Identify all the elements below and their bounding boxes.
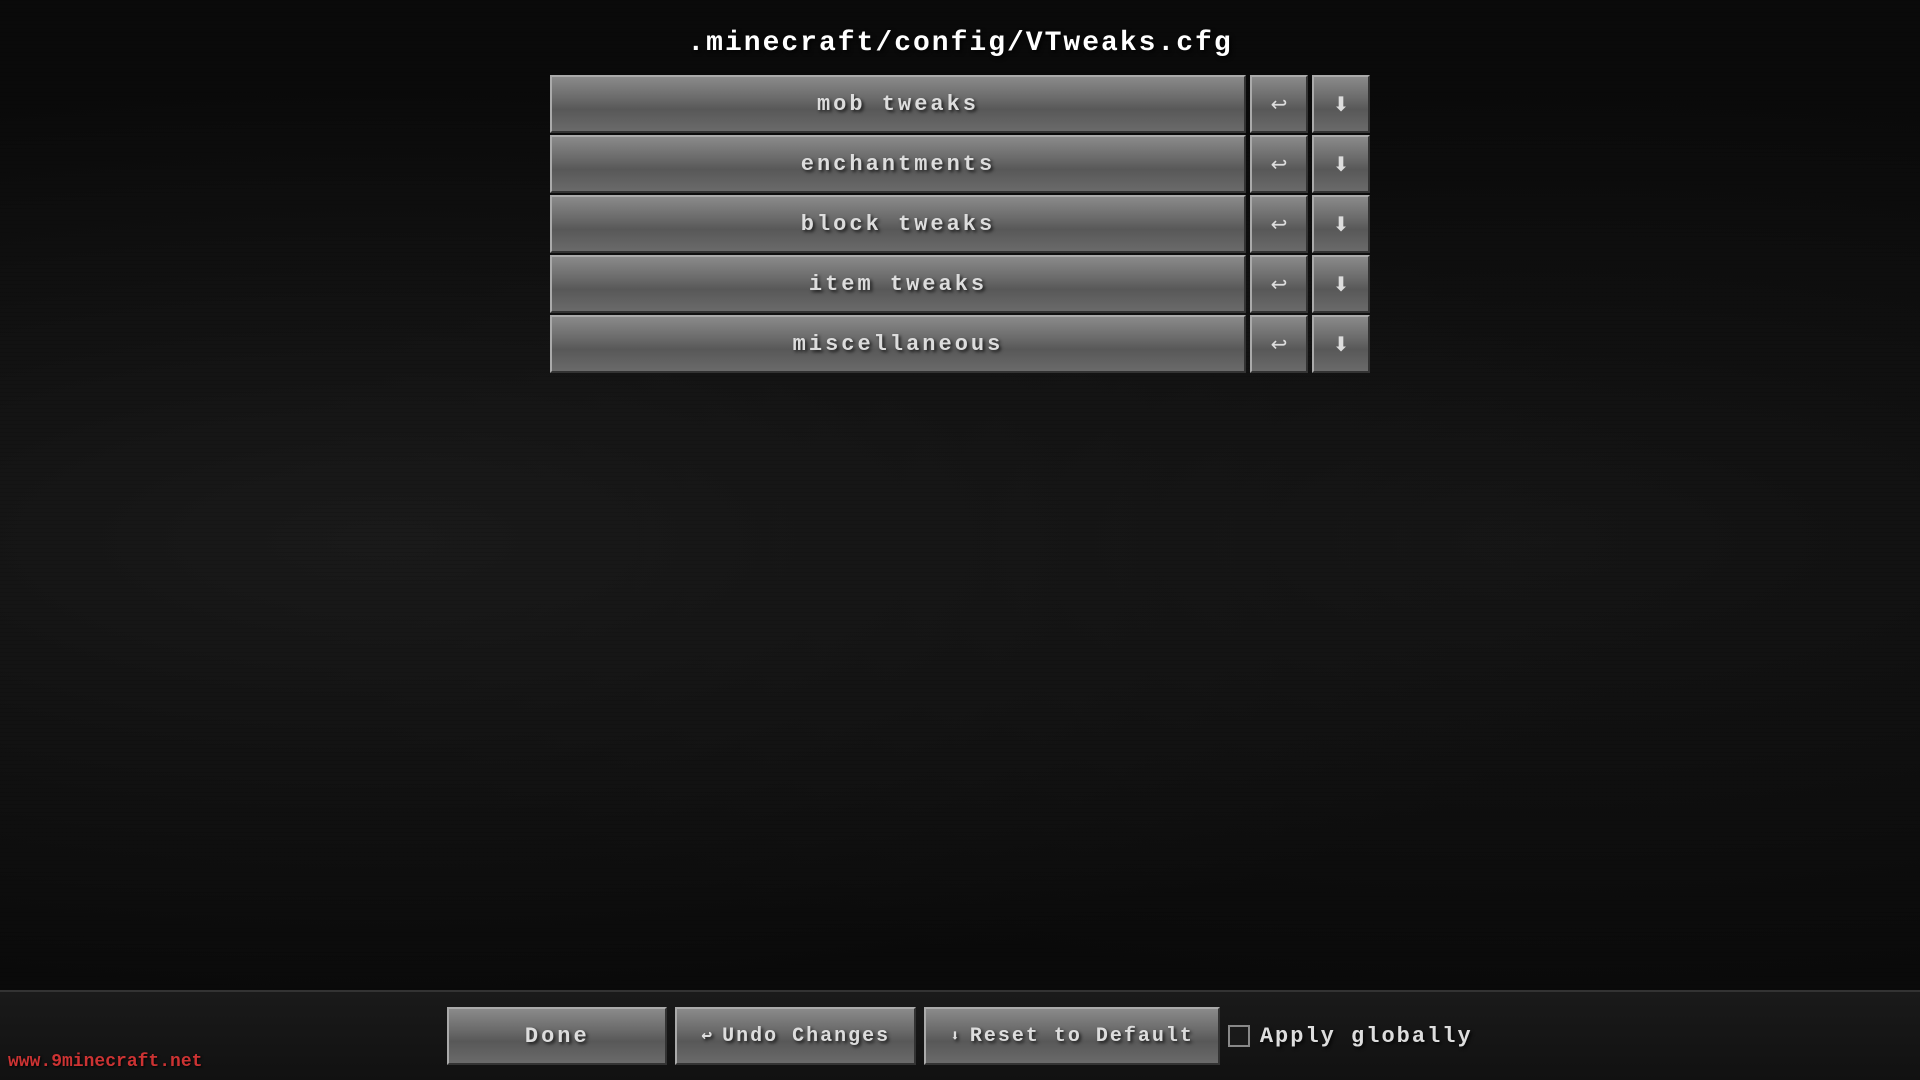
undo-icon-button-block-tweaks[interactable]: ↩ (1250, 195, 1308, 253)
menu-row-block-tweaks: block tweaks↩⬇ (550, 195, 1370, 253)
undo-icon (701, 1025, 714, 1048)
reset-icon-button-miscellaneous[interactable]: ⬇ (1312, 315, 1370, 373)
menu-row-miscellaneous: miscellaneous↩⬇ (550, 315, 1370, 373)
undo-icon-button-mob-tweaks[interactable]: ↩ (1250, 75, 1308, 133)
page-title: .minecraft/config/VTweaks.cfg (687, 28, 1232, 59)
done-button[interactable]: Done (447, 1007, 667, 1065)
watermark: www.9minecraft.net (8, 1052, 202, 1072)
undo-icon-button-enchantments[interactable]: ↩ (1250, 135, 1308, 193)
menu-row-item-tweaks: item tweaks↩⬇ (550, 255, 1370, 313)
menu-button-mob-tweaks[interactable]: mob tweaks (550, 75, 1246, 133)
menu-row-mob-tweaks: mob tweaks↩⬇ (550, 75, 1370, 133)
reset-to-default-label: Reset to Default (970, 1025, 1194, 1048)
menu-row-enchantments: enchantments↩⬇ (550, 135, 1370, 193)
apply-globally-checkbox[interactable] (1228, 1025, 1250, 1047)
reset-icon-button-item-tweaks[interactable]: ⬇ (1312, 255, 1370, 313)
reset-to-default-button[interactable]: Reset to Default (924, 1007, 1220, 1065)
reset-icon (950, 1025, 962, 1048)
menu-button-miscellaneous[interactable]: miscellaneous (550, 315, 1246, 373)
menu-button-item-tweaks[interactable]: item tweaks (550, 255, 1246, 313)
menu-list: mob tweaks↩⬇enchantments↩⬇block tweaks↩⬇… (550, 75, 1370, 375)
apply-globally-container[interactable]: Apply globally (1228, 1024, 1473, 1049)
apply-globally-label: Apply globally (1260, 1024, 1473, 1049)
undo-icon-button-item-tweaks[interactable]: ↩ (1250, 255, 1308, 313)
undo-icon-button-miscellaneous[interactable]: ↩ (1250, 315, 1308, 373)
reset-icon-button-enchantments[interactable]: ⬇ (1312, 135, 1370, 193)
undo-changes-button[interactable]: Undo Changes (675, 1007, 916, 1065)
bottom-bar: Done Undo Changes Reset to Default Apply… (0, 990, 1920, 1080)
menu-button-block-tweaks[interactable]: block tweaks (550, 195, 1246, 253)
reset-icon-button-mob-tweaks[interactable]: ⬇ (1312, 75, 1370, 133)
menu-button-enchantments[interactable]: enchantments (550, 135, 1246, 193)
reset-icon-button-block-tweaks[interactable]: ⬇ (1312, 195, 1370, 253)
undo-changes-label: Undo Changes (722, 1025, 890, 1048)
